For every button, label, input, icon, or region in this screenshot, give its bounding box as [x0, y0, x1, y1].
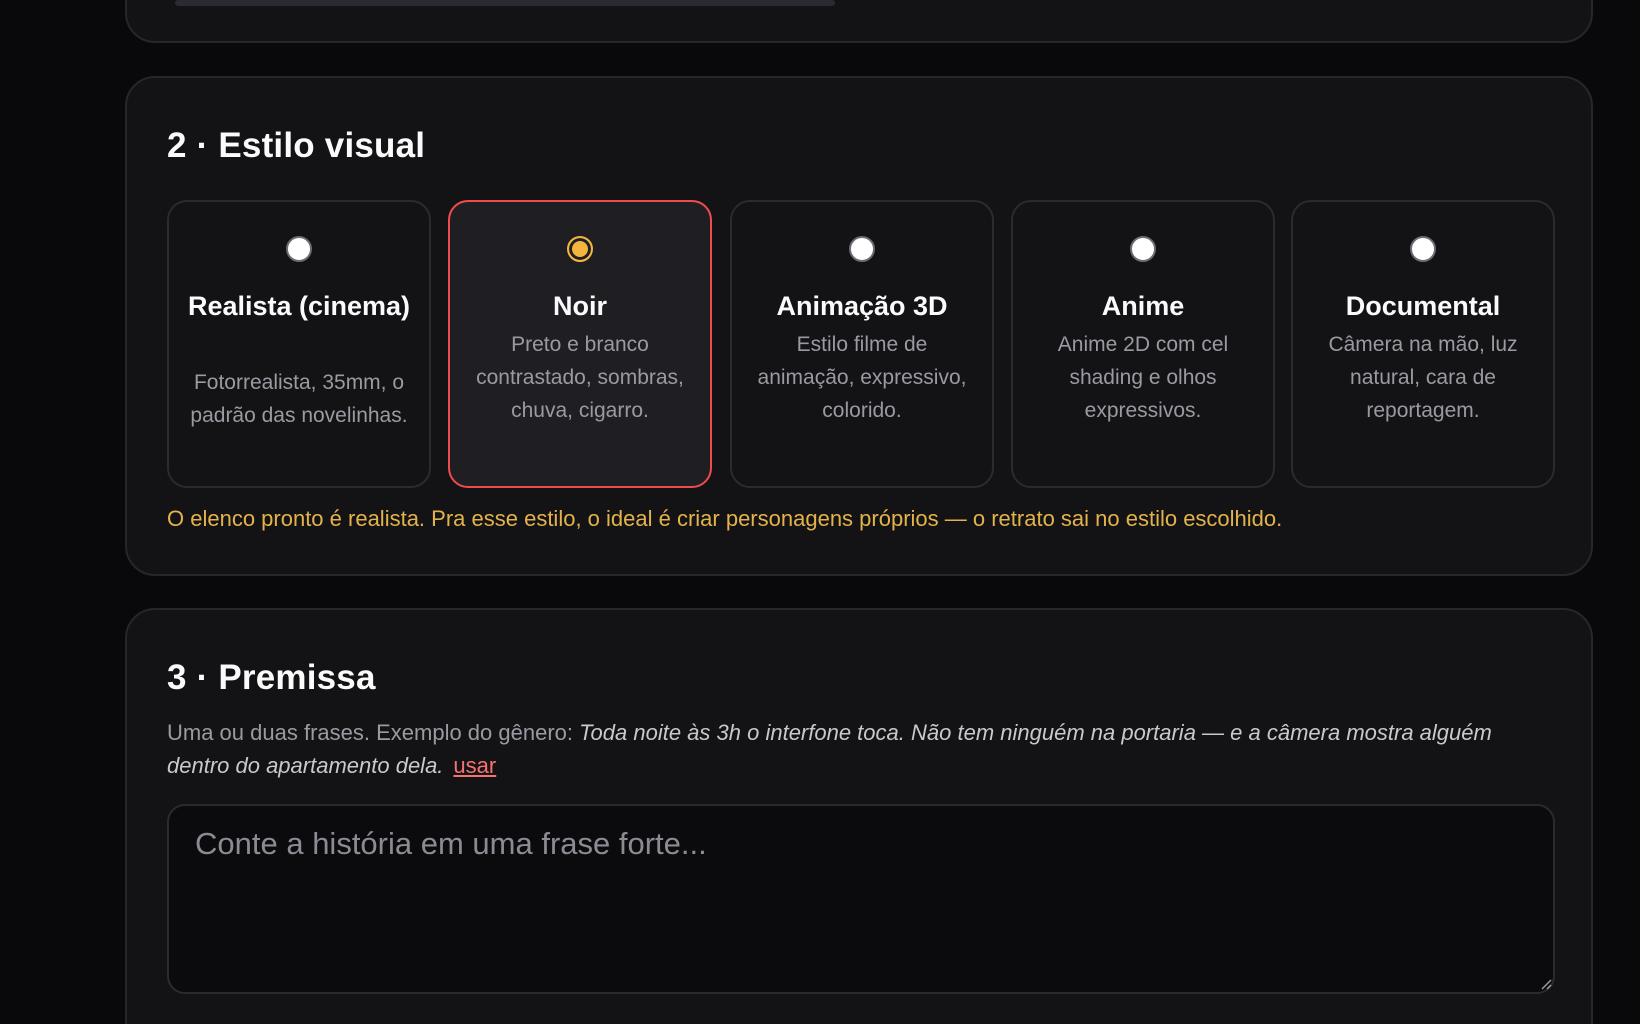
- style-option-title: Noir: [553, 291, 607, 321]
- page: 2 · Estilo visual Realista (cinema) Foto…: [0, 0, 1640, 1024]
- style-option-title: Animação 3D: [776, 291, 948, 321]
- radio-button-checked[interactable]: [567, 236, 593, 262]
- visual-style-section: 2 · Estilo visual Realista (cinema) Foto…: [125, 76, 1593, 576]
- resize-handle-icon[interactable]: [1540, 978, 1552, 990]
- style-option-documental[interactable]: Documental Câmera na mão, luz natural, c…: [1291, 200, 1555, 488]
- previous-section-bar: [175, 0, 835, 6]
- use-example-link[interactable]: usar: [453, 753, 496, 778]
- style-option-description: Câmera na mão, luz natural, cara de repo…: [1328, 333, 1518, 422]
- premise-section: 3 · Premissa Uma ou duas frases. Exemplo…: [125, 608, 1593, 1024]
- style-option-description: Preto e branco contrastado, sombras, chu…: [476, 333, 684, 422]
- style-option-anime[interactable]: Anime Anime 2D com cel shading e olhos e…: [1011, 200, 1275, 488]
- premise-hint: Uma ou duas frases. Exemplo do gênero: T…: [167, 716, 1557, 782]
- radio-button[interactable]: [849, 236, 875, 262]
- radio-button[interactable]: [286, 236, 312, 262]
- section-title: 3 · Premissa: [167, 658, 376, 697]
- style-option-noir[interactable]: Noir Preto e branco contrastado, sombras…: [448, 200, 712, 488]
- style-option-animacao-3d[interactable]: Animação 3D Estilo filme de animação, ex…: [730, 200, 994, 488]
- radio-button[interactable]: [1130, 236, 1156, 262]
- style-notice: O elenco pronto é realista. Pra esse est…: [167, 506, 1283, 531]
- style-option-title: Realista (cinema): [187, 291, 411, 321]
- style-option-realista[interactable]: Realista (cinema) Fotorrealista, 35mm, o…: [167, 200, 431, 488]
- section-title: 2 · Estilo visual: [167, 126, 426, 165]
- previous-section-card: [125, 0, 1593, 43]
- premise-hint-lead: Uma ou duas frases. Exemplo do gênero:: [167, 720, 580, 745]
- style-option-description: Fotorrealista, 35mm, o padrão das noveli…: [190, 371, 408, 427]
- style-option-title: Documental: [1345, 291, 1501, 321]
- style-option-description: Estilo filme de animação, expressivo, co…: [757, 333, 967, 422]
- style-option-description: Anime 2D com cel shading e olhos express…: [1057, 333, 1229, 422]
- premise-textarea[interactable]: [167, 804, 1555, 994]
- style-options: Realista (cinema) Fotorrealista, 35mm, o…: [167, 200, 1555, 488]
- radio-button[interactable]: [1410, 236, 1436, 262]
- style-option-title: Anime: [1101, 291, 1185, 321]
